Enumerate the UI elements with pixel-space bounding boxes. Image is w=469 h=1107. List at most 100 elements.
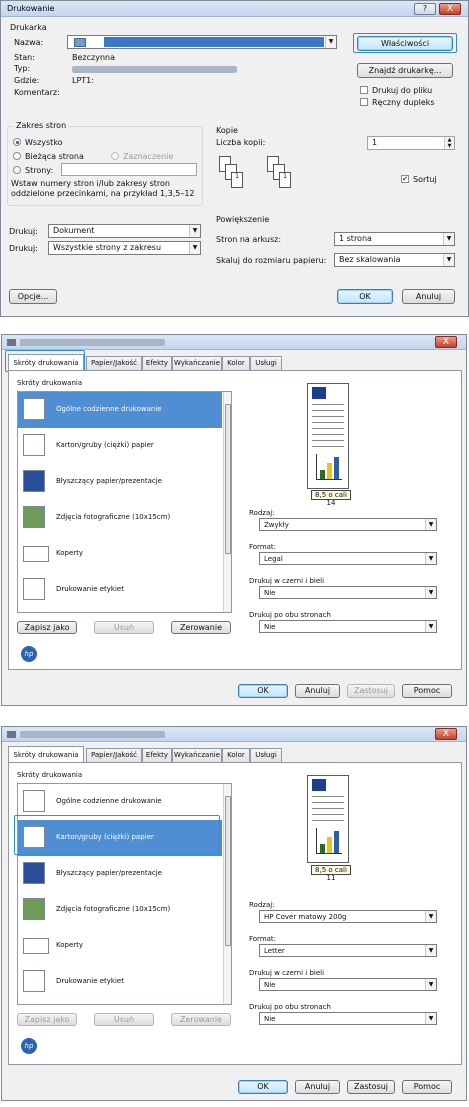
duplex-select[interactable]: Nie ▼ bbox=[259, 1012, 437, 1025]
ok-button[interactable]: OK bbox=[238, 684, 288, 698]
shortcut-item-glossy[interactable]: Błyszczący papier/prezentacje bbox=[18, 464, 222, 500]
tab-services[interactable]: Usługi bbox=[250, 748, 282, 762]
close-button[interactable]: X bbox=[435, 728, 457, 740]
page-preview bbox=[307, 383, 349, 489]
list-scrollbar[interactable] bbox=[223, 784, 231, 1004]
tab-finishing[interactable]: Wykańczanie bbox=[172, 356, 222, 370]
duplex-label: Drukuj po obu stronach bbox=[249, 611, 331, 619]
shortcut-item-cardstock[interactable]: Karton/gruby (ciężki) papier bbox=[18, 428, 222, 464]
shortcut-item-labels[interactable]: Drukowanie etykiet bbox=[18, 572, 222, 608]
help-button[interactable]: Pomoc bbox=[402, 684, 452, 698]
delete-button[interactable]: Usuń bbox=[94, 621, 154, 634]
title-bar: Drukowanie ? X bbox=[1, 1, 468, 17]
paper-type-select[interactable]: Zwykły ▼ bbox=[259, 518, 437, 531]
apply-button[interactable]: Zastosuj bbox=[347, 1080, 395, 1094]
list-item-label: Drukowanie etykiet bbox=[56, 585, 124, 593]
tab-finishing[interactable]: Wykańczanie bbox=[172, 748, 222, 762]
print-what-select[interactable]: Dokument ▼ bbox=[48, 224, 201, 238]
manual-duplex-checkbox[interactable] bbox=[360, 98, 368, 106]
pages-input[interactable] bbox=[61, 163, 197, 176]
tab-print-shortcuts[interactable]: Skróty drukowania bbox=[8, 746, 84, 762]
pages-per-sheet-select[interactable]: 1 strona ▼ bbox=[334, 232, 455, 246]
format-select[interactable]: Legal ▼ bbox=[259, 552, 437, 565]
save-as-button[interactable]: Zapisz jako bbox=[17, 621, 77, 634]
labels-icon bbox=[23, 578, 45, 600]
chevron-down-icon: ▼ bbox=[443, 233, 454, 245]
copies-input[interactable]: 1 ▲ ▼ bbox=[367, 136, 455, 150]
shortcut-item-photo[interactable]: Zdjęcia fotograficzne (10x15cm) bbox=[18, 892, 222, 928]
tab-effects[interactable]: Efekty bbox=[142, 356, 172, 370]
delete-button[interactable]: Usuń bbox=[94, 1013, 154, 1026]
scrollbar-thumb[interactable] bbox=[225, 796, 231, 946]
current-page-radio[interactable] bbox=[13, 152, 21, 160]
cancel-button[interactable]: Anuluj bbox=[295, 1080, 340, 1094]
cardstock-icon bbox=[23, 434, 45, 456]
chevron-down-icon: ▼ bbox=[325, 36, 336, 48]
list-item-label: Ogólne codzienne drukowanie bbox=[56, 405, 162, 413]
all-pages-radio[interactable] bbox=[13, 138, 21, 146]
bw-select[interactable]: Nie ▼ bbox=[259, 978, 437, 991]
print-what-label: Drukuj: bbox=[9, 227, 38, 236]
photo-icon bbox=[23, 506, 45, 528]
options-button[interactable]: Opcje... bbox=[9, 289, 57, 304]
status-label: Stan: bbox=[14, 53, 35, 62]
shortcut-item-envelopes[interactable]: Koperty bbox=[18, 536, 222, 572]
tab-effects[interactable]: Efekty bbox=[142, 748, 172, 762]
help-button[interactable]: Pomoc bbox=[402, 1080, 452, 1094]
help-title-button[interactable]: ? bbox=[414, 3, 436, 15]
printing-preferences-dialog-1: X Skróty drukowania Papier/Jakość Efekty… bbox=[1, 334, 467, 706]
tab-color[interactable]: Kolor bbox=[222, 748, 250, 762]
cancel-button[interactable]: Anuluj bbox=[402, 289, 455, 304]
ok-button[interactable]: OK bbox=[337, 289, 393, 304]
tab-paper-quality[interactable]: Papier/Jakość bbox=[86, 356, 142, 370]
list-scrollbar[interactable] bbox=[223, 392, 231, 612]
print-value: Wszystkie strony z zakresu bbox=[53, 243, 162, 252]
duplex-select[interactable]: Nie ▼ bbox=[259, 620, 437, 633]
shortcut-item-glossy[interactable]: Błyszczący papier/prezentacje bbox=[18, 856, 222, 892]
shortcut-list[interactable]: Ogólne codzienne drukowanie Karton/gruby… bbox=[17, 391, 232, 613]
tab-color[interactable]: Kolor bbox=[222, 356, 250, 370]
print-label: Drukuj: bbox=[9, 244, 38, 253]
pages-radio[interactable] bbox=[13, 166, 21, 174]
collate-label: Sortuj bbox=[413, 175, 437, 184]
shortcut-item-photo[interactable]: Zdjęcia fotograficzne (10x15cm) bbox=[18, 500, 222, 536]
pages-label: Strony: bbox=[25, 166, 54, 175]
list-item-label: Błyszczący papier/prezentacje bbox=[56, 869, 162, 877]
collate-checkbox[interactable]: ✔ bbox=[401, 175, 409, 183]
properties-button[interactable]: Właściwości bbox=[357, 36, 453, 51]
cancel-button[interactable]: Anuluj bbox=[295, 684, 340, 698]
bw-value: Nie bbox=[264, 589, 276, 597]
printer-name-select[interactable]: ▼ bbox=[67, 35, 337, 49]
bw-select[interactable]: Nie ▼ bbox=[259, 586, 437, 599]
scrollbar-thumb[interactable] bbox=[225, 404, 231, 554]
shortcut-item-general[interactable]: Ogólne codzienne drukowanie bbox=[18, 392, 222, 428]
preview-letter bbox=[312, 387, 326, 399]
save-as-button[interactable]: Zapisz jako bbox=[17, 1013, 77, 1026]
spinner-icon[interactable]: ▲ ▼ bbox=[444, 137, 454, 149]
apply-button[interactable]: Zastosuj bbox=[347, 684, 395, 698]
selection-label: Zaznaczenie bbox=[123, 152, 174, 161]
paper-type-select[interactable]: HP Cover matowy 200g ▼ bbox=[259, 910, 437, 923]
page-size-readout: 8,5 o cali 14 bbox=[311, 490, 351, 507]
ok-button[interactable]: OK bbox=[238, 1080, 288, 1094]
chevron-down-icon: ▼ bbox=[425, 911, 436, 922]
chevron-down-icon: ▼ bbox=[425, 553, 436, 564]
shortcuts-heading: Skróty drukowania bbox=[17, 771, 83, 779]
range-hint-line2: oddzielone przecinkami, na przykład 1,3,… bbox=[11, 189, 195, 198]
shortcut-item-labels[interactable]: Drukowanie etykiet bbox=[18, 964, 222, 1000]
tab-services[interactable]: Usługi bbox=[250, 356, 282, 370]
find-printer-button[interactable]: Znajdź drukarkę... bbox=[357, 63, 453, 78]
envelope-icon bbox=[23, 938, 49, 954]
close-button[interactable]: X bbox=[439, 3, 461, 15]
print-to-file-checkbox[interactable] bbox=[360, 86, 368, 94]
reset-button[interactable]: Zerowanie bbox=[171, 621, 231, 634]
page-size-readout: 8,5 o cali 11 bbox=[311, 865, 351, 882]
tab-paper-quality[interactable]: Papier/Jakość bbox=[86, 748, 142, 762]
reset-button[interactable]: Zerowanie bbox=[171, 1013, 231, 1026]
scale-select[interactable]: Bez skalowania ▼ bbox=[334, 253, 455, 267]
shortcut-item-envelopes[interactable]: Koperty bbox=[18, 928, 222, 964]
close-button[interactable]: X bbox=[435, 336, 457, 348]
format-select[interactable]: Letter ▼ bbox=[259, 944, 437, 957]
print-select[interactable]: Wszystkie strony z zakresu ▼ bbox=[48, 241, 201, 255]
selection-radio[interactable] bbox=[111, 152, 119, 160]
